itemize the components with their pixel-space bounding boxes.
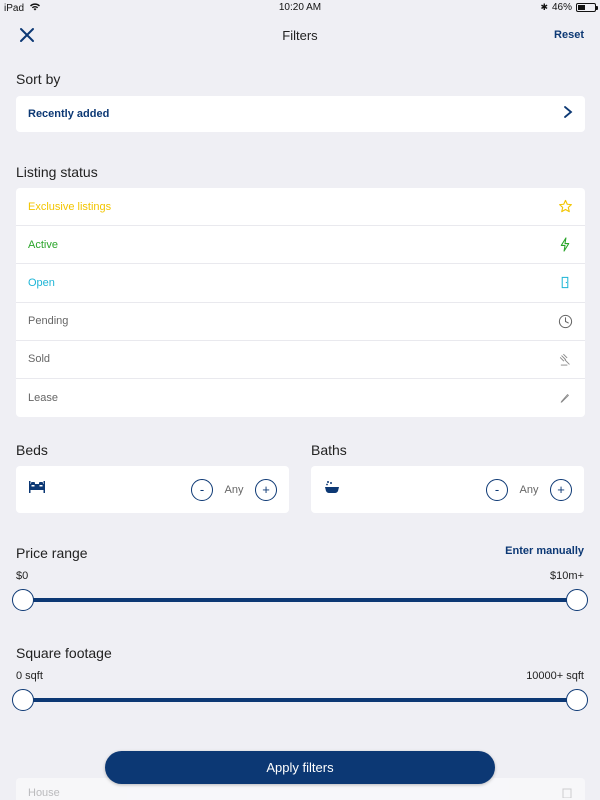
page-title: Filters bbox=[282, 28, 318, 43]
status-item-open[interactable]: Open bbox=[16, 264, 585, 303]
nav-bar: Filters Reset bbox=[0, 16, 600, 56]
status-label: Exclusive listings bbox=[28, 200, 112, 213]
beds-value: Any bbox=[224, 483, 244, 496]
status-bar: iPad 10:20 AM ✱ 46% bbox=[0, 0, 600, 16]
status-item-lease[interactable]: Lease bbox=[16, 379, 585, 417]
sqft-max-label: 10000+ sqft bbox=[526, 670, 584, 682]
sqft-min-label: 0 sqft bbox=[16, 670, 43, 682]
status-item-active[interactable]: Active bbox=[16, 226, 585, 265]
sort-select[interactable]: Recently added bbox=[16, 96, 585, 132]
sqft-slider-track[interactable] bbox=[23, 698, 577, 702]
property-type-label: House bbox=[28, 787, 60, 799]
status-item-pending[interactable]: Pending bbox=[16, 303, 585, 341]
status-item-sold[interactable]: Sold bbox=[16, 341, 585, 379]
sqft-title: Square footage bbox=[16, 645, 112, 661]
baths-title: Baths bbox=[311, 442, 347, 458]
sort-value: Recently added bbox=[28, 108, 110, 120]
baths-increment-button[interactable]: + bbox=[550, 478, 572, 501]
price-range-title: Price range bbox=[16, 545, 88, 561]
building-icon bbox=[561, 786, 573, 800]
status-label: Active bbox=[28, 238, 58, 251]
apply-filters-button[interactable]: Apply filters bbox=[105, 751, 495, 784]
battery-icon bbox=[576, 3, 598, 12]
lightning-icon bbox=[557, 237, 573, 253]
chevron-right-icon bbox=[563, 105, 573, 124]
price-max-label: $10m+ bbox=[550, 570, 584, 582]
beds-counter-card: - Any + bbox=[16, 466, 289, 513]
bluetooth-icon: ✱ bbox=[540, 2, 548, 12]
reset-button[interactable]: Reset bbox=[554, 29, 584, 41]
price-min-label: $0 bbox=[16, 570, 29, 582]
price-max-thumb[interactable] bbox=[566, 589, 588, 611]
status-label: Lease bbox=[28, 392, 58, 405]
baths-counter-card: - Any + bbox=[311, 466, 584, 513]
baths-decrement-button[interactable]: - bbox=[486, 478, 508, 501]
status-item-exclusive[interactable]: Exclusive listings bbox=[16, 188, 585, 227]
price-min-thumb[interactable] bbox=[12, 589, 34, 611]
status-label: Open bbox=[28, 276, 55, 289]
beds-increment-button[interactable]: + bbox=[255, 478, 277, 501]
status-time: 10:20 AM bbox=[278, 2, 322, 13]
bathtub-icon bbox=[323, 480, 341, 499]
listing-status-title: Listing status bbox=[16, 164, 98, 180]
status-right: ✱ 46% bbox=[540, 2, 598, 13]
status-label: Sold bbox=[28, 353, 51, 366]
beds-title: Beds bbox=[16, 442, 48, 458]
price-slider-track[interactable] bbox=[23, 598, 577, 602]
beds-decrement-button[interactable]: - bbox=[191, 478, 213, 501]
pen-icon bbox=[557, 390, 573, 406]
baths-value: Any bbox=[519, 483, 539, 496]
sqft-max-thumb[interactable] bbox=[566, 689, 588, 711]
gavel-icon bbox=[557, 351, 573, 367]
door-icon bbox=[557, 275, 573, 291]
baths-stepper: - Any + bbox=[486, 478, 572, 501]
enter-manually-link[interactable]: Enter manually bbox=[505, 545, 584, 557]
star-icon bbox=[557, 199, 573, 215]
sort-section-title: Sort by bbox=[16, 71, 61, 87]
bed-icon bbox=[28, 480, 46, 499]
sqft-min-thumb[interactable] bbox=[12, 689, 34, 711]
clock-icon bbox=[557, 313, 573, 329]
listing-status-list: Exclusive listings Active Open Pending S… bbox=[16, 188, 585, 417]
battery-percent: 46% bbox=[551, 2, 572, 13]
beds-stepper: - Any + bbox=[191, 478, 277, 501]
status-label: Pending bbox=[28, 315, 69, 328]
